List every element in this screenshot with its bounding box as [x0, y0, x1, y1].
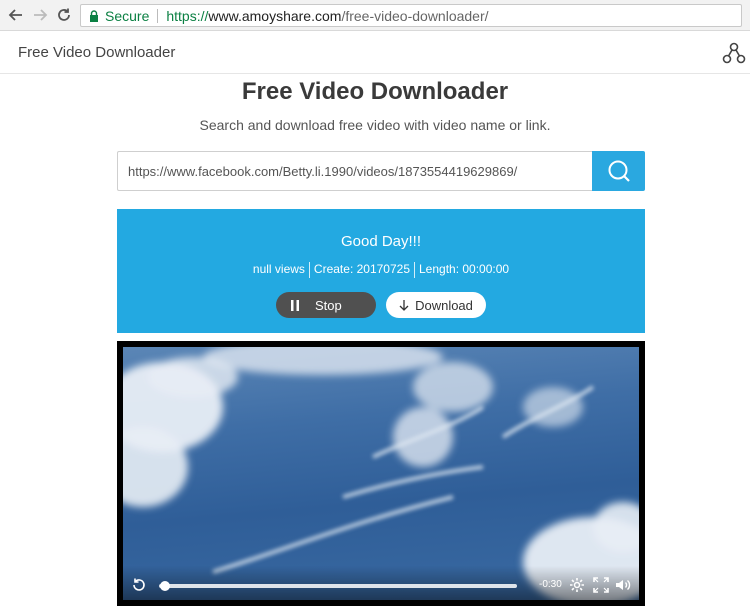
search-bar — [117, 151, 645, 191]
video-views: null views — [252, 262, 305, 276]
url-host: www.amoyshare.com — [208, 7, 342, 24]
arrow-down-icon — [399, 299, 409, 311]
result-actions: Stop Download — [117, 292, 645, 318]
video-create-date: Create: 20170725 — [313, 262, 410, 276]
arrow-right-icon — [34, 9, 48, 21]
page-title: Free Video Downloader — [241, 78, 509, 105]
download-button[interactable]: Download — [386, 292, 486, 318]
reload-icon — [58, 8, 70, 21]
search-input[interactable] — [117, 151, 592, 191]
volume-icon[interactable] — [615, 577, 631, 593]
arrow-left-icon — [8, 9, 22, 21]
replay-icon[interactable] — [131, 577, 147, 593]
video-title: Good Day!!! — [340, 233, 422, 250]
secure-label: Secure — [105, 7, 150, 24]
search-button[interactable] — [592, 151, 645, 191]
reload-button[interactable] — [54, 5, 74, 25]
url-scheme: https:// — [166, 7, 209, 24]
video-player[interactable]: -0:30 — [117, 341, 645, 606]
address-separator — [157, 8, 159, 23]
site-title[interactable]: Free Video Downloader — [18, 44, 175, 61]
address-bar[interactable]: Secure https://www.amoyshare.com/free-vi… — [80, 4, 742, 27]
result-panel: Good Day!!! null views Create: 20170725 … — [117, 209, 645, 333]
stop-button[interactable]: Stop — [276, 292, 376, 318]
forward-button[interactable] — [30, 5, 50, 25]
progress-knob[interactable] — [159, 581, 170, 591]
gear-icon[interactable] — [569, 577, 585, 593]
video-length: Length: 00:00:00 — [419, 262, 510, 276]
share-icon[interactable] — [722, 42, 746, 66]
site-header: Free Video Downloader — [0, 32, 750, 74]
video-frame-image[interactable]: -0:30 — [123, 347, 639, 600]
lock-icon — [90, 9, 98, 22]
sky-clouds-image — [123, 347, 639, 600]
pause-icon — [291, 299, 299, 311]
url-path: /free-video-downloader/ — [341, 7, 489, 24]
fullscreen-icon[interactable] — [593, 577, 609, 593]
browser-toolbar: Secure https://www.amoyshare.com/free-vi… — [0, 0, 750, 31]
stop-label: Stop — [315, 297, 342, 313]
page-subtitle: Search and download free video with vide… — [199, 117, 551, 133]
video-meta: null views Create: 20170725 Length: 00:0… — [117, 262, 645, 278]
download-label: Download — [415, 297, 473, 313]
back-button[interactable] — [6, 5, 26, 25]
time-remaining: -0:30 — [539, 579, 562, 590]
search-icon — [608, 160, 630, 182]
player-controls: -0:30 — [123, 566, 639, 600]
progress-bar[interactable] — [159, 581, 517, 591]
